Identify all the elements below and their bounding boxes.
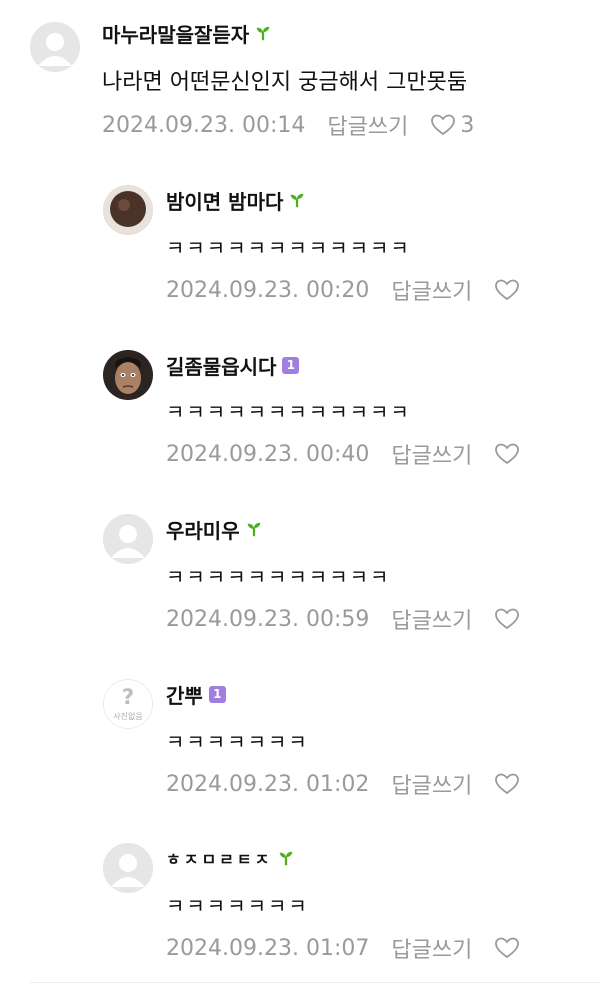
sprout-badge-icon	[247, 522, 260, 537]
face-photo-avatar[interactable]	[103, 350, 153, 400]
like-button[interactable]	[494, 607, 520, 631]
sprout-badge-icon	[291, 193, 304, 208]
author-name[interactable]: 길좀물읍시다	[166, 351, 276, 380]
sprout-badge-icon	[256, 26, 270, 41]
default-avatar[interactable]	[103, 843, 153, 893]
comment-meta: 2024.09.23. 00:59 답글쓰기	[166, 603, 520, 635]
heart-icon	[495, 279, 520, 301]
comment-text: ㅋㅋㅋㅋㅋㅋㅋ	[166, 894, 309, 918]
reply-button[interactable]: 답글쓰기	[327, 109, 408, 141]
like-button[interactable]	[494, 278, 520, 302]
reply-button[interactable]: 답글쓰기	[391, 274, 472, 306]
comment-meta: 2024.09.23. 00:20 답글쓰기	[166, 274, 520, 306]
sprout-badge-icon	[280, 851, 293, 866]
comment-author[interactable]: 길좀물읍시다 1	[166, 351, 300, 380]
author-name[interactable]: ㅎㅈㅁㄹㅌㅈ	[166, 846, 272, 870]
comment-author[interactable]: 마누라말을잘듣자	[102, 19, 272, 47]
comment-text: ㅋㅋㅋㅋㅋㅋㅋ	[166, 730, 309, 754]
like-button[interactable]	[494, 442, 520, 466]
comment-date: 2024.09.23. 01:02	[166, 771, 370, 797]
heart-icon	[495, 443, 520, 465]
comment-date: 2024.09.23. 01:07	[166, 935, 370, 961]
comment-date: 2024.09.23. 00:40	[166, 441, 370, 467]
comment-meta: 2024.09.23. 01:07 답글쓰기	[166, 932, 520, 964]
level-badge: 1	[208, 685, 226, 703]
avatar-caption: 사진없음	[113, 712, 143, 721]
heart-icon	[495, 937, 520, 959]
comment-text: 나라면 어떤문신인지 궁금해서 그만못둠	[102, 70, 468, 95]
comment-author[interactable]: 간뿌 1	[166, 680, 226, 708]
comment-date: 2024.09.23. 00:14	[102, 112, 306, 138]
author-name[interactable]: 마누라말을잘듣자	[102, 19, 249, 48]
comment-text: ㅋㅋㅋㅋㅋㅋㅋㅋㅋㅋㅋ	[166, 565, 391, 589]
default-avatar[interactable]	[103, 514, 153, 564]
list-divider	[30, 982, 600, 983]
comment-date: 2024.09.23. 00:20	[166, 277, 370, 303]
comment-date: 2024.09.23. 00:59	[166, 606, 370, 632]
author-name[interactable]: 우라미우	[166, 515, 240, 544]
reply-button[interactable]: 답글쓰기	[391, 768, 472, 800]
svg-text:?: ?	[122, 684, 134, 709]
heart-icon	[431, 114, 456, 136]
author-name[interactable]: 간뿌	[166, 680, 203, 709]
photo-avatar[interactable]	[103, 185, 153, 235]
like-button[interactable]	[494, 936, 520, 960]
like-count: 3	[460, 112, 475, 138]
comment-text: ㅋㅋㅋㅋㅋㅋㅋㅋㅋㅋㅋㅋ	[166, 236, 411, 260]
heart-icon	[495, 608, 520, 630]
heart-icon	[495, 773, 520, 795]
reply-button[interactable]: 답글쓰기	[391, 603, 472, 635]
author-name[interactable]: 밤이면 밤마다	[166, 186, 283, 215]
comment-meta: 2024.09.23. 00:14 답글쓰기 3	[102, 109, 474, 141]
like-button[interactable]	[494, 772, 520, 796]
reply-button[interactable]: 답글쓰기	[391, 438, 472, 470]
comment-author[interactable]: ㅎㅈㅁㄹㅌㅈ	[166, 844, 295, 872]
comment-meta: 2024.09.23. 00:40 답글쓰기	[166, 438, 520, 470]
comment-text: ㅋㅋㅋㅋㅋㅋㅋㅋㅋㅋㅋㅋ	[166, 400, 411, 424]
like-button[interactable]: 3	[430, 113, 474, 138]
comment-author[interactable]: 밤이면 밤마다	[166, 186, 306, 214]
no-photo-avatar[interactable]: ? 사진없음	[103, 679, 153, 729]
reply-button[interactable]: 답글쓰기	[391, 932, 472, 964]
level-badge: 1	[282, 356, 300, 374]
default-avatar[interactable]	[30, 22, 80, 72]
comment-author[interactable]: 우라미우	[166, 515, 263, 543]
comment-meta: 2024.09.23. 01:02 답글쓰기	[166, 768, 520, 800]
